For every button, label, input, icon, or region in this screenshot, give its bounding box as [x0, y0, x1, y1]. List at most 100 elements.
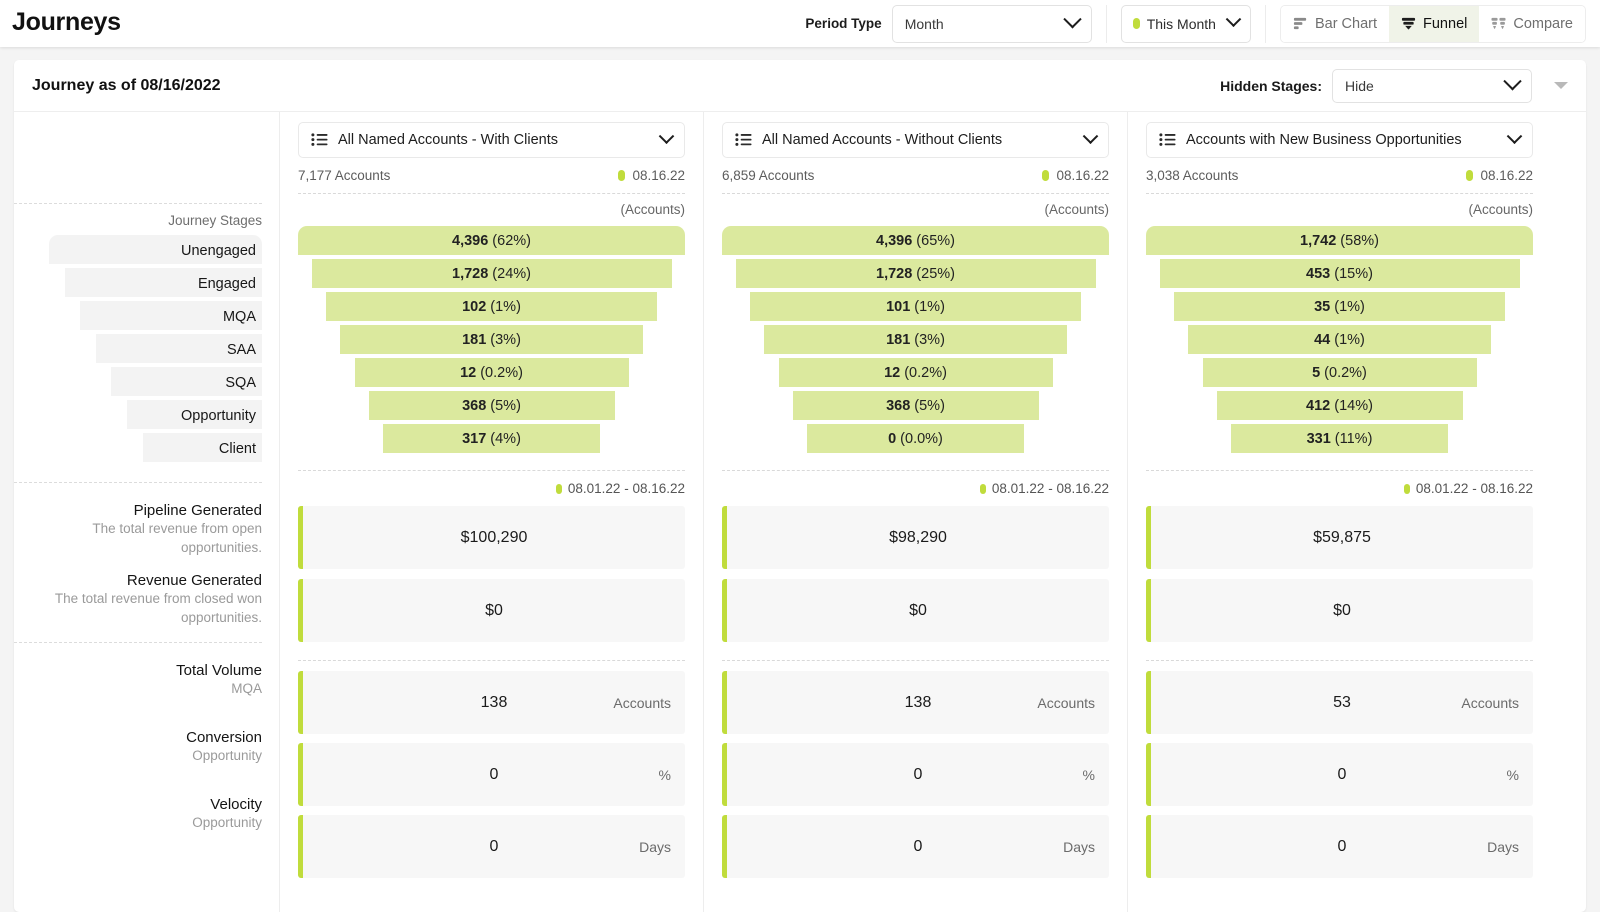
range-stamp-row: 08.01.22 - 08.16.22 — [1146, 471, 1533, 506]
funnel-row: 12 (0.2%) — [722, 357, 1109, 388]
funnel-value: 0 — [888, 430, 897, 447]
funnel-bar[interactable]: 12 (0.2%) — [354, 358, 629, 387]
view-funnel-label: Funnel — [1423, 15, 1468, 32]
metric-card[interactable]: 0% — [722, 743, 1109, 806]
account-count-row: 7,177 Accounts 08.16.22 — [298, 158, 685, 193]
funnel-row: 44 (1%) — [1146, 324, 1533, 355]
funnel-bar[interactable]: 368 (5%) — [792, 391, 1039, 420]
metric-label-name: Conversion — [186, 728, 262, 746]
funnel-bar[interactable]: 5 (0.2%) — [1202, 358, 1477, 387]
journey-grid: Journey Stages Unengaged Engaged MQA SAA SQA… — [14, 112, 1586, 912]
account-list-select[interactable]: All Named Accounts - With Clients — [298, 122, 685, 158]
funnel-icon — [1401, 17, 1416, 30]
view-funnel-button[interactable]: Funnel — [1389, 5, 1480, 42]
range-stamp: 08.01.22 - 08.16.22 — [567, 481, 685, 496]
funnel-bar[interactable]: 1,728 (24%) — [311, 259, 672, 288]
metric-unit: % — [1082, 766, 1095, 783]
journey-stage-label: MQA — [222, 308, 256, 325]
funnel-bar[interactable]: 331 (11%) — [1231, 424, 1448, 453]
date-range-select[interactable]: This Month — [1120, 4, 1251, 43]
unit-header: (Accounts) — [1468, 202, 1533, 217]
metric-card[interactable]: $59,875 — [1146, 506, 1533, 569]
hidden-stages-control: Hidden Stages: Hide — [1220, 68, 1570, 103]
toolbar-divider-1 — [1105, 4, 1107, 43]
metric-card[interactable]: 138 Accounts — [722, 671, 1109, 734]
page-body: Journey as of 08/16/2022 Hidden Stages: … — [0, 47, 1600, 912]
metric-card[interactable]: 53 Accounts — [1146, 671, 1533, 734]
metric-label-total-volume: Total Volume MQA — [14, 657, 262, 698]
funnel-value: 35 — [1314, 298, 1331, 315]
funnel-bar[interactable]: 12 (0.2%) — [778, 358, 1053, 387]
funnel-value: 12 — [460, 364, 477, 381]
funnel-row: 412 (14%) — [1146, 390, 1533, 421]
top-toolbar: Journeys Period Type Month This Month Ba… — [0, 0, 1600, 47]
unit-header: (Accounts) — [620, 202, 685, 217]
funnel-percent: (0.2%) — [480, 364, 523, 381]
labels-column: Journey Stages Unengaged Engaged MQA SAA SQA… — [14, 112, 279, 912]
journey-stage-row: Client — [14, 433, 262, 464]
metric-label-sub: MQA — [231, 680, 262, 696]
metric-card[interactable]: 0 Days — [1146, 815, 1533, 878]
metric-card[interactable]: $0 — [1146, 579, 1533, 642]
funnel-bar[interactable]: 102 (1%) — [326, 292, 657, 321]
metric-card[interactable]: $0 — [722, 579, 1109, 642]
journey-stage-row: SAA — [14, 334, 262, 365]
funnel-percent: (1%) — [1334, 298, 1365, 315]
funnel-percent: (4%) — [490, 430, 521, 447]
funnel-bar[interactable]: 317 (4%) — [383, 424, 600, 453]
funnel-bar[interactable]: 1,742 (58%) — [1146, 226, 1533, 255]
funnel-bar[interactable]: 0 (0.0%) — [807, 424, 1024, 453]
metric-card[interactable]: $0 — [298, 579, 685, 642]
funnel-bar[interactable]: 44 (1%) — [1188, 325, 1491, 354]
funnel-bar[interactable]: 181 (3%) — [340, 325, 643, 354]
metric-value: $0 — [909, 601, 927, 619]
account-list-value: Accounts with New Business Opportunities — [1186, 132, 1462, 148]
status-dot-icon — [1403, 483, 1410, 494]
account-list-select[interactable]: Accounts with New Business Opportunities — [1146, 122, 1533, 158]
account-count: 6,859 Accounts — [722, 168, 815, 183]
view-mode-group: Bar Chart Funnel Compare — [1279, 4, 1586, 43]
funnel-value: 453 — [1306, 265, 1331, 282]
metric-card[interactable]: $100,290 — [298, 506, 685, 569]
collapse-caret-icon[interactable] — [1554, 82, 1568, 89]
metric-card[interactable]: 0 Days — [298, 815, 685, 878]
journey-stage-label: Opportunity — [181, 407, 256, 424]
metric-card[interactable]: 0% — [1146, 743, 1533, 806]
funnel-bar[interactable]: 35 (1%) — [1174, 292, 1505, 321]
view-bar-chart-button[interactable]: Bar Chart — [1280, 5, 1390, 42]
funnel-bar[interactable]: 412 (14%) — [1216, 391, 1463, 420]
funnel-row: 181 (3%) — [722, 324, 1109, 355]
funnel-row: 1,742 (58%) — [1146, 225, 1533, 256]
funnel-bar[interactable]: 4,396 (62%) — [298, 226, 685, 255]
metric-card[interactable]: 0 Days — [722, 815, 1109, 878]
metric-label-name: Velocity — [210, 795, 262, 813]
funnel-row: 181 (3%) — [298, 324, 685, 355]
funnel-bar[interactable]: 1,728 (25%) — [735, 259, 1096, 288]
metric-card[interactable]: 138 Accounts — [298, 671, 685, 734]
funnel-row: 102 (1%) — [298, 291, 685, 322]
funnel-row: 12 (0.2%) — [298, 357, 685, 388]
funnel-percent: (24%) — [492, 265, 531, 282]
metric-value: $98,290 — [889, 528, 947, 546]
funnel-bar[interactable]: 368 (5%) — [368, 391, 615, 420]
view-compare-button[interactable]: Compare — [1479, 5, 1585, 42]
metric-label-sub: Opportunity — [192, 747, 262, 763]
journey-stage-label: SQA — [225, 374, 256, 391]
period-type-select[interactable]: Month — [891, 4, 1092, 43]
funnel-bar[interactable]: 453 (15%) — [1159, 259, 1520, 288]
hidden-stages-select[interactable]: Hide — [1332, 68, 1532, 103]
metric-card[interactable]: 0% — [298, 743, 685, 806]
metric-card[interactable]: $98,290 — [722, 506, 1109, 569]
account-list-select[interactable]: All Named Accounts - Without Clients — [722, 122, 1109, 158]
funnel-percent: (14%) — [1334, 397, 1373, 414]
journey-stage-row: Opportunity — [14, 400, 262, 431]
metric-value: 0 — [913, 765, 923, 783]
metric-value: 0 — [489, 837, 499, 855]
funnel-bar[interactable]: 181 (3%) — [764, 325, 1067, 354]
funnel-row: 331 (11%) — [1146, 423, 1533, 454]
metric-unit: Days — [1063, 838, 1095, 855]
metric-label-pipeline: Pipeline Generated The total revenue fro… — [14, 497, 262, 557]
funnel-value: 317 — [462, 430, 487, 447]
funnel-bar[interactable]: 101 (1%) — [750, 292, 1081, 321]
funnel-bar[interactable]: 4,396 (65%) — [722, 226, 1109, 255]
